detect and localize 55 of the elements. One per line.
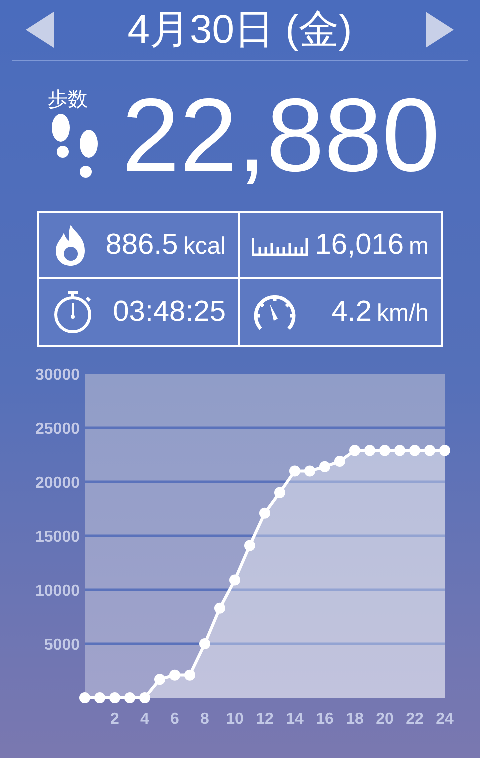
x-tick-label: 16 [316,711,334,728]
stat-value: 03:48:25 [113,298,226,326]
x-tick-label: 20 [376,711,394,728]
data-point [80,692,90,704]
x-tick-label: 2 [110,711,120,728]
steps-label: 歩数 [48,90,88,110]
x-tick-label: 18 [346,711,364,728]
stat-unit: kcal [183,234,226,258]
data-point [184,670,196,681]
data-point [304,466,316,477]
data-point [424,445,436,456]
x-tick-label: 14 [286,711,304,728]
data-point [170,670,180,681]
x-tick-label: 12 [256,711,274,728]
data-point [410,445,420,456]
data-point [110,692,120,704]
data-point [154,674,166,686]
y-tick-label: 20000 [36,475,80,492]
data-point [350,445,360,456]
data-point [290,466,300,477]
x-tick-label: 8 [200,711,210,728]
y-tick-label: 10000 [36,583,80,600]
y-tick-label: 5000 [44,637,80,654]
data-point [244,540,256,552]
x-tick-label: 4 [140,711,150,728]
data-point [364,445,376,456]
data-point [320,461,330,472]
stat-unit: km/h [376,302,429,326]
data-point [124,692,136,704]
data-point [94,692,106,704]
data-point [260,508,270,519]
data-point [274,487,286,498]
x-tick-label: 6 [170,711,180,728]
y-tick-label: 30000 [36,367,80,384]
stat-unit: m [409,234,429,258]
y-tick-label: 25000 [36,421,80,438]
stat-value: 16,016 [315,230,404,260]
data-point [140,692,150,704]
data-point [380,445,390,456]
data-point [440,445,450,456]
x-tick-label: 22 [406,711,424,728]
x-tick-label: 10 [226,711,244,728]
data-point [230,574,240,586]
data-point [334,456,346,467]
step-count: 22,880 [122,84,440,188]
next-day-icon[interactable] [424,10,456,50]
data-point [214,602,226,614]
date-title: 4月30日 (金) [128,10,352,50]
data-point [200,638,210,650]
data-point [394,445,406,456]
y-tick-label: 15000 [36,529,80,546]
x-tick-label: 24 [436,711,454,728]
stat-value: 4.2 [332,298,372,326]
stat-value: 886.5 [106,230,178,260]
previous-day-icon[interactable] [24,10,56,50]
